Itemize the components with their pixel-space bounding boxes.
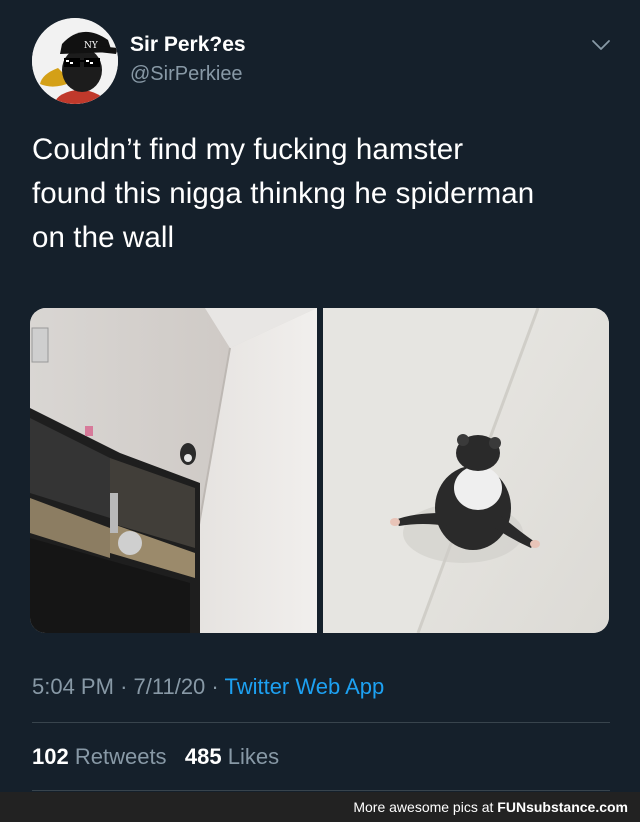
meta-separator: · bbox=[211, 674, 219, 699]
tweet-text: Couldn’t find my fucking hamster found t… bbox=[32, 128, 612, 260]
hamster-on-wall-photo[interactable] bbox=[323, 308, 609, 633]
footer-prefix: More awesome pics at bbox=[353, 799, 494, 815]
tweet-date[interactable]: 7/11/20 bbox=[134, 674, 206, 699]
tweet-time[interactable]: 5:04 PM bbox=[32, 674, 114, 699]
footer-brand: FUNsubstance.com bbox=[497, 799, 628, 815]
svg-text:NY: NY bbox=[84, 41, 99, 51]
likes-stat[interactable]: 485 Likes bbox=[185, 744, 279, 769]
avatar[interactable]: NY bbox=[32, 18, 118, 104]
retweets-label: Retweets bbox=[74, 744, 167, 769]
watermark-footer: More awesome pics at FUNsubstance.com bbox=[0, 792, 640, 822]
hamster-image bbox=[323, 308, 609, 633]
retweets-count: 102 bbox=[32, 744, 69, 769]
tweet-text-line: on the wall bbox=[32, 221, 175, 254]
tweet-stats: 102 Retweets 485 Likes bbox=[32, 742, 279, 772]
chevron-down-icon[interactable] bbox=[590, 36, 612, 54]
display-name[interactable]: Sir Perk?es bbox=[130, 32, 246, 58]
tweet-text-line: found this nigga thinkng he spiderman bbox=[32, 177, 535, 210]
room-wall-photo[interactable] bbox=[30, 308, 317, 633]
user-handle[interactable]: @SirPerkiee bbox=[130, 60, 246, 88]
tweet-text-line: Couldn’t find my fucking hamster bbox=[32, 133, 464, 166]
duck-avatar-icon: NY bbox=[32, 18, 118, 104]
room-wall-image bbox=[30, 308, 317, 633]
retweets-stat[interactable]: 102 Retweets bbox=[32, 744, 167, 769]
tweet-header: NY Sir Perk?es @SirPerkiee bbox=[32, 18, 612, 106]
meta-separator: · bbox=[120, 674, 128, 699]
likes-count: 485 bbox=[184, 744, 222, 769]
tweet-source-link[interactable]: Twitter Web App bbox=[224, 674, 384, 699]
divider bbox=[32, 722, 610, 723]
likes-label: Likes bbox=[227, 744, 280, 769]
tweet-timestamp: 5:04 PM · 7/11/20 · Twitter Web App bbox=[32, 672, 384, 702]
tweet-media bbox=[30, 308, 609, 633]
divider bbox=[32, 790, 610, 791]
